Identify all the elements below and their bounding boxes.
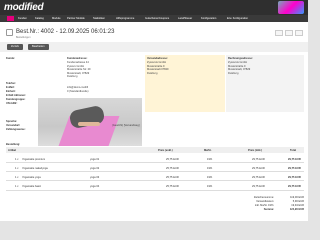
home-icon[interactable]: [7, 16, 14, 21]
order-icon: [6, 29, 13, 36]
row-tax: 19%: [207, 167, 213, 170]
col-total: Total: [290, 148, 297, 152]
payment-method-label: Zahlungsweise:: [6, 128, 26, 131]
app-logo: modified: [4, 2, 44, 13]
row-net: 25,75 EUR: [166, 176, 179, 179]
shipping-cost-value: 5,90 EUR: [292, 200, 304, 203]
nav-item-hilfsprogramme[interactable]: Hilfsprogramme: [116, 16, 134, 21]
row-name: Yogamatte nakedyoga: [22, 167, 48, 170]
phone-label: Telefon:: [6, 82, 16, 85]
subtotal-value: 119,00 EUR: [290, 196, 304, 199]
row-model: yoga 01: [90, 158, 100, 161]
customer-group-value: 0 (Standardkunde): [67, 90, 89, 93]
row-qty: 1 x: [15, 158, 19, 161]
customer-extra-label: Kundengruppe:: [6, 98, 26, 101]
row-qty: 1 x: [15, 176, 19, 179]
nav-item-module[interactable]: Module: [52, 16, 61, 21]
row-total: 29,75 EUR: [288, 176, 301, 179]
customer-extra-label: Erhält Aktionen:: [6, 94, 26, 97]
col-net-price: Preis (exkl.): [158, 148, 173, 152]
row-name: Yogamatte premium: [22, 158, 46, 161]
row-gross: 29,75 EUR: [252, 167, 265, 170]
row-divider: [6, 162, 304, 163]
row-net: 25,75 EUR: [166, 167, 179, 170]
billing-address-line: Duisburg: [228, 71, 239, 75]
row-divider: [6, 171, 304, 172]
row-name: Yogamatte basic: [22, 185, 42, 188]
row-total: 29,75 EUR: [288, 167, 301, 170]
row-name: Yogamatte yoga: [22, 176, 41, 179]
customer-extra-label: USt-IdNr:: [6, 102, 18, 105]
shipping-cost-label: Versandkosten:: [256, 200, 274, 203]
nav-item-katalog[interactable]: Katalog: [35, 16, 44, 21]
email-value[interactable]: info@demo-modifi: [67, 86, 88, 89]
row-gross: 29,75 EUR: [252, 185, 265, 188]
total-value: 124,90 EUR: [289, 208, 304, 211]
row-model: yoga 02: [90, 167, 100, 170]
page-title: Best.Nr.: 4002 - 12.09.2025 06:01:23: [16, 29, 115, 35]
col-article: Artikel: [8, 148, 17, 152]
edit-button[interactable]: Bearbeiten: [28, 44, 49, 50]
row-net: 25,75 EUR: [166, 158, 179, 161]
row-total: 29,75 EUR: [288, 158, 301, 161]
nav-item-konfiguration[interactable]: Konfiguration: [201, 16, 216, 21]
subtotal-label: Zwischensumme:: [253, 196, 274, 199]
nav-item-land-steuer[interactable]: Land/Steuer: [178, 16, 192, 21]
tax-label: inkl. MwSt. 19%:: [254, 204, 274, 207]
col-gross-price: Preis (inkl.): [248, 148, 262, 152]
order-table-title: Bestellung:: [6, 143, 21, 146]
row-model: yoga 03: [90, 176, 100, 179]
customer-address-label: Kundenadresse:: [67, 57, 88, 60]
page-subtitle: Bestellungen: [16, 36, 31, 39]
avatar[interactable]: [278, 1, 304, 14]
row-total: 29,75 EUR: [288, 185, 301, 188]
row-tax: 19%: [207, 158, 213, 161]
top-bar: modified: [0, 0, 308, 15]
row-gross: 29,75 EUR: [252, 158, 265, 161]
customer-label: Kunde:: [6, 57, 15, 60]
language-label: Sprache:: [6, 120, 18, 123]
shipping-address-line: Duisburg: [147, 71, 158, 75]
back-button[interactable]: Zurück: [7, 44, 23, 50]
nav-item-kunden[interactable]: Kunden: [18, 16, 27, 21]
tax-value: 19,94 EUR: [291, 204, 304, 207]
row-tax: 19%: [207, 185, 213, 188]
row-divider: [6, 180, 304, 181]
row-net: 25,75 EUR: [166, 185, 179, 188]
shipping-method-label: Versandart:: [6, 124, 21, 127]
nav-item-partner-module[interactable]: Partner Module: [67, 16, 85, 21]
billing-address-label: Rechnungsadresse:: [228, 57, 253, 60]
next-order-button[interactable]: [285, 30, 293, 36]
shipping-address-label: Versandadresse:: [147, 57, 168, 60]
col-tax: MwSt.: [204, 148, 212, 152]
row-qty: 1 x: [15, 185, 19, 188]
prev-order-button[interactable]: [275, 30, 283, 36]
nav-item-gutscheine[interactable]: Gutscheine/Coupons: [145, 16, 169, 21]
total-label: Summe:: [263, 208, 274, 211]
arm-shape: [78, 122, 100, 126]
row-divider: [6, 190, 304, 191]
nav-item-statistiken[interactable]: Statistiken: [93, 16, 105, 21]
customer-address-line: Duisburg: [67, 75, 78, 78]
email-label: E-Mail:: [6, 86, 15, 89]
product-photo: [38, 98, 142, 146]
print-icon[interactable]: [295, 30, 303, 36]
nav-item-erw-konfiguration[interactable]: Erw. Konfiguration: [227, 16, 248, 21]
shipping-method-value: (Gewicht) [Versandweg]: [112, 124, 140, 127]
row-gross: 29,75 EUR: [252, 176, 265, 179]
customer-extra-label: Einheit:: [6, 90, 16, 93]
row-qty: 1 x: [15, 167, 19, 170]
row-model: yoga 04: [90, 185, 100, 188]
row-tax: 19%: [207, 176, 213, 179]
